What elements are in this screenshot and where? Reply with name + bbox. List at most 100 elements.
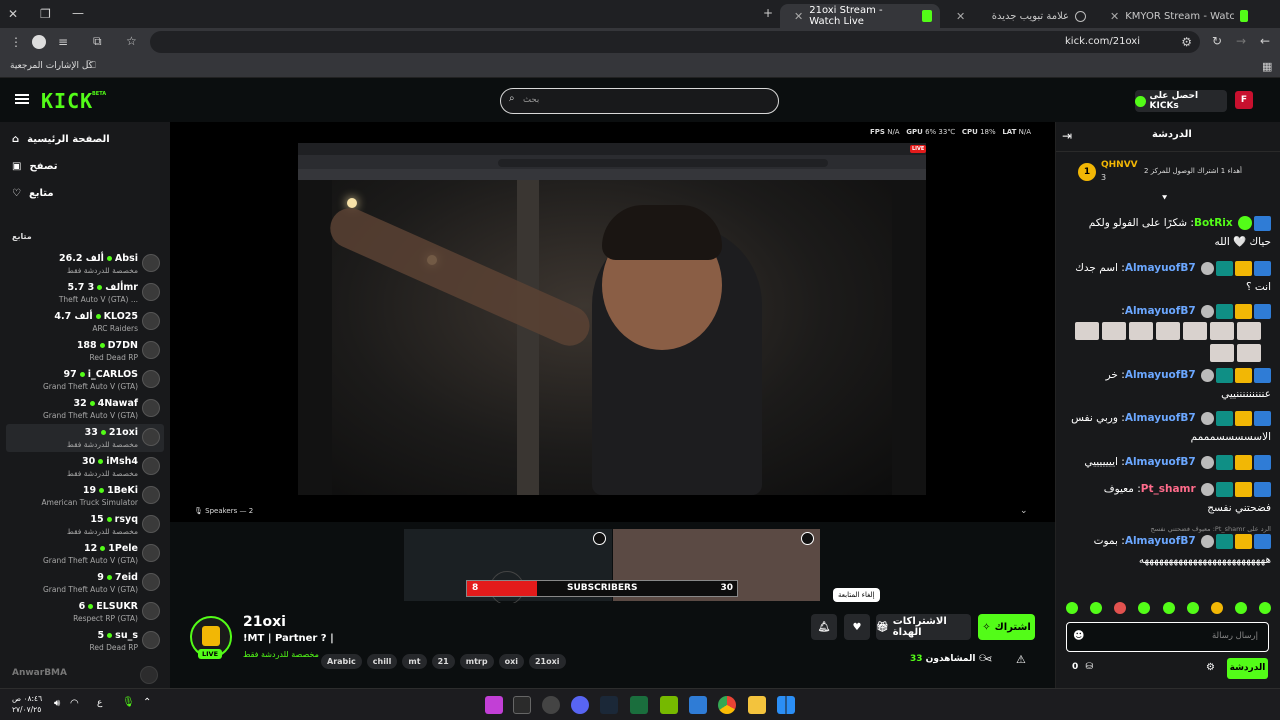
sidebar-channel-1beki[interactable]: 19 1BeKi American Truck Simulator [6, 482, 164, 510]
minimize-window-icon[interactable]: — [72, 7, 84, 19]
profile-avatar[interactable] [32, 35, 46, 49]
offline-channel-avatar[interactable] [140, 666, 158, 684]
file-explorer-icon[interactable] [748, 696, 766, 714]
sidebar-channel-su_s[interactable]: 5 su_s Red Dead RP [6, 627, 164, 655]
app-icon[interactable] [485, 696, 503, 714]
tray-chevron-icon[interactable]: ⌃ [143, 697, 151, 708]
close-tab-icon[interactable]: ✕ [956, 10, 965, 23]
restore-window-icon[interactable]: ❐ [40, 8, 51, 20]
emote-icon[interactable] [1259, 602, 1271, 614]
emote-icon[interactable] [1162, 602, 1175, 614]
emote-icon[interactable] [1186, 602, 1199, 614]
extensions-icon[interactable]: ≡ [58, 36, 68, 48]
input-language[interactable]: ع [97, 698, 102, 708]
cam-settings-icon[interactable] [593, 532, 606, 545]
all-bookmarks-label[interactable]: كل الإشارات المرجعية [10, 61, 93, 71]
notifications-button[interactable]: 🔔︎ [811, 614, 837, 640]
sidebar-channel-21oxi[interactable]: 33 21oxi مخصصة للدردشة فقط [6, 424, 164, 452]
chat-username[interactable]: BotRix [1194, 217, 1233, 229]
windows-start-icon[interactable] [777, 696, 795, 714]
nav-home[interactable]: ⌂ الصفحة الرئيسية [12, 134, 110, 145]
user-avatar[interactable]: F [1235, 91, 1253, 109]
nvidia-icon[interactable] [660, 696, 678, 714]
emote-icon[interactable] [1114, 602, 1127, 614]
pin-toggle-icon[interactable]: ⯆ [1161, 194, 1168, 204]
gift-subs-button[interactable]: 🎁︎ الاشتراكات الهداة [876, 614, 971, 640]
nav-browse[interactable]: ▣ تصفح [12, 161, 57, 172]
stream-category[interactable]: مخصصة للدردشة فقط [243, 650, 319, 659]
emote-icon[interactable] [1066, 602, 1078, 614]
sidebar-channel-1pele[interactable]: 12 1Pele Grand Theft Auto V (GTA) [6, 540, 164, 568]
emote-icon[interactable] [1090, 602, 1103, 614]
menu-dots-icon[interactable]: ⋮ [10, 36, 22, 48]
tab-new-tab[interactable]: ✕ علامة تبويب جديدة [942, 4, 1094, 28]
hamburger-menu-icon[interactable] [15, 94, 29, 104]
unfollow-button[interactable]: ♥ [844, 614, 870, 640]
share-icon[interactable]: ⧉ [93, 35, 102, 47]
chat-settings-icon[interactable]: ⚙ [1206, 662, 1215, 673]
sidebar-channel-d7dn[interactable]: 188 D7DN Red Dead RP [6, 337, 164, 365]
nav-following[interactable]: ♡ متابع [12, 188, 54, 199]
tag-mt[interactable]: mt [402, 654, 427, 669]
new-tab-icon[interactable]: + [763, 7, 773, 19]
kick-points[interactable]: 0 ⛁ [1072, 662, 1093, 672]
rockstar-icon[interactable] [542, 696, 560, 714]
chat-username[interactable]: AlmayuofB7 [1125, 535, 1196, 547]
chat-username[interactable]: Pt_shamr [1141, 483, 1196, 495]
store-icon[interactable] [689, 696, 707, 714]
epic-games-icon[interactable] [513, 696, 531, 714]
tag-oxi[interactable]: oxi [498, 654, 524, 669]
sidebar-channel-klo25[interactable]: 4.7 ألف KLO25 ARC Raiders [6, 308, 164, 336]
tab-kmyor[interactable]: ✕ KMYOR Stream - Watch Live on [1096, 4, 1256, 28]
chat-username[interactable]: AlmayuofB7 [1125, 305, 1196, 317]
report-icon[interactable]: ⚠ [1016, 653, 1026, 666]
sidebar-channel-7eid[interactable]: 9 7eid Grand Theft Auto V (GTA) [6, 569, 164, 597]
subscribe-button[interactable]: ✧ اشتراك [978, 614, 1035, 640]
discord-icon[interactable] [571, 696, 589, 714]
volume-icon[interactable]: 🔊︎ [54, 698, 60, 709]
chat-input[interactable]: إرسال رسالة ☻ [1066, 622, 1269, 652]
apps-grid-icon[interactable]: ▦ [1262, 61, 1272, 72]
chrome-icon[interactable] [718, 696, 736, 714]
channel-name[interactable]: 21oxi [243, 614, 286, 630]
reload-icon[interactable]: ↻ [1212, 35, 1222, 47]
get-kicks-button[interactable]: احصل على KICKs [1135, 90, 1227, 112]
emote-icon[interactable] [1138, 602, 1151, 614]
sidebar-channel-absi[interactable]: 26.2 ألف Absi مخصصة للدردشة فقط [6, 250, 164, 278]
chat-username[interactable]: AlmayuofB7 [1125, 262, 1196, 274]
sidebar-channel-3mr[interactable]: 5.7 ألف3mr Theft Auto V (GTA) ... [6, 279, 164, 307]
star-bookmark-icon[interactable]: ☆ [126, 35, 137, 47]
emoji-picker-icon[interactable]: ☻ [1073, 629, 1084, 642]
sidebar-channel-rsyq[interactable]: 15 rsyq مخصصة للدردشة فقط [6, 511, 164, 539]
sidebar-channel-i_carlos[interactable]: 97 i_CARLOS Grand Theft Auto V (GTA) [6, 366, 164, 394]
forward-icon[interactable]: → [1236, 35, 1246, 47]
site-settings-icon[interactable]: ⚙ [1181, 36, 1192, 48]
close-window-icon[interactable]: ✕ [8, 8, 18, 20]
kick-logo[interactable]: KICK [41, 89, 93, 113]
steam-icon[interactable] [600, 696, 618, 714]
sidebar-channel-4nawaf[interactable]: 32 4Nawaf Grand Theft Auto V (GTA) [6, 395, 164, 423]
tag-mtrp[interactable]: mtrp [459, 654, 494, 669]
chevron-down-icon[interactable]: ⌄ [1020, 506, 1028, 516]
close-tab-icon[interactable]: ✕ [1110, 10, 1119, 23]
close-tab-icon[interactable]: ✕ [794, 10, 803, 23]
tag-21oxi[interactable]: 21oxi [528, 654, 566, 669]
emote-icon[interactable] [1210, 602, 1223, 614]
clock[interactable]: ٠٨:٤٦ ص ٢٧/٠٧/٢٥ [12, 693, 42, 715]
tab-21oxi[interactable]: ✕ 21oxi Stream - Watch Live [780, 4, 940, 28]
wifi-icon[interactable]: ◠ [70, 698, 79, 709]
chat-username[interactable]: AlmayuofB7 [1125, 456, 1196, 468]
chat-username[interactable]: AlmayuofB7 [1125, 369, 1196, 381]
cam-settings-icon[interactable] [801, 532, 814, 545]
sidebar-channel-elsukr[interactable]: 6 ELSUKR Respect RP (GTA) [6, 598, 164, 626]
collapse-chat-icon[interactable]: ⇥ [1062, 129, 1072, 143]
search-input[interactable]: ⌕ بحث [500, 88, 779, 114]
microphone-icon[interactable]: 🎙︎ [122, 697, 135, 708]
emote-icon[interactable] [1234, 602, 1247, 614]
tag-arabic[interactable]: Arabic [321, 654, 362, 669]
send-chat-button[interactable]: الدردشة [1227, 658, 1268, 679]
excel-icon[interactable] [630, 696, 648, 714]
chat-username[interactable]: AlmayuofB7 [1125, 412, 1196, 424]
sidebar-channel-imsh4[interactable]: 30 iMsh4 مخصصة للدردشة فقط [6, 453, 164, 481]
tag-21[interactable]: 21 [431, 654, 455, 669]
